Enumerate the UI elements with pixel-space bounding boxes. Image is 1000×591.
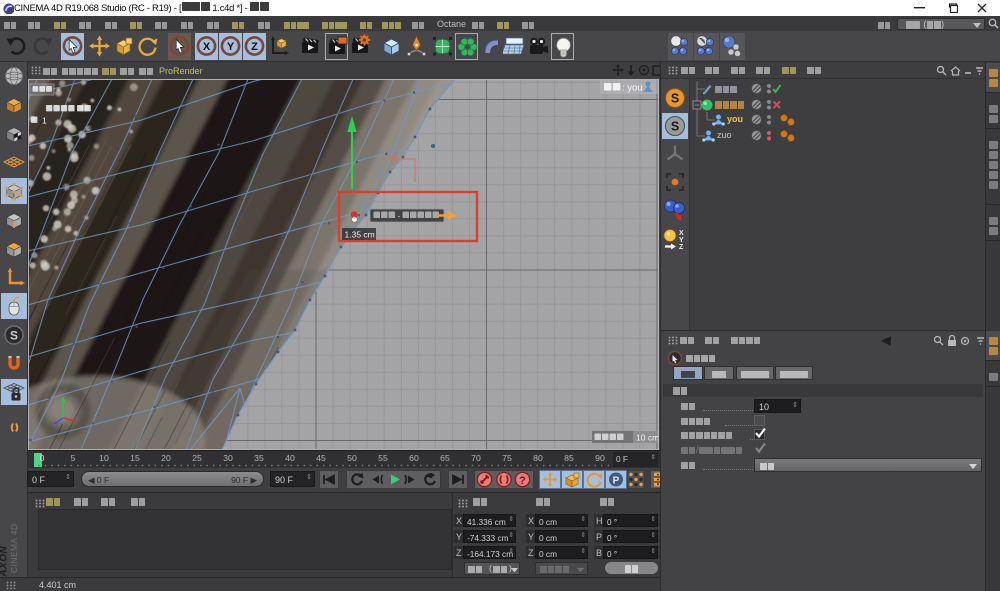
svg-text:Y: Y [227,41,235,53]
svg-text:S: S [671,92,679,106]
svg-text:S: S [671,120,679,134]
svg-text:10 cm: 10 cm [636,433,659,443]
svg-text:P: P [613,476,620,487]
svg-text:Z: Z [251,41,258,53]
svg-text:Z: Z [679,244,684,251]
svg-text:X: X [203,41,211,53]
svg-text:Y: Y [679,237,684,244]
svg-text:-: - [398,211,401,221]
svg-text:1: 1 [42,116,47,126]
svg-text:?: ? [519,475,526,487]
svg-text:S: S [10,328,18,342]
svg-text:: you: : you [622,83,643,94]
svg-text:X: X [679,230,684,237]
svg-text:1.35 cm: 1.35 cm [345,230,375,240]
